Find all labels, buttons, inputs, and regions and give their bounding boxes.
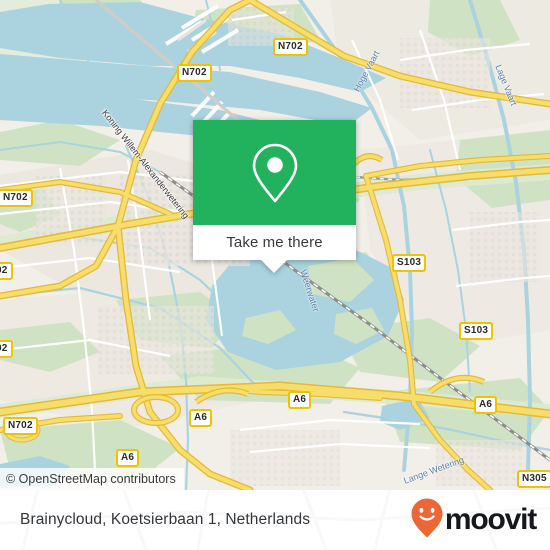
- road-shield: 02: [0, 262, 13, 280]
- road-shield: A6: [189, 409, 213, 427]
- popup-cta-area[interactable]: Take me there: [193, 225, 356, 260]
- moovit-wordmark: moovit: [444, 503, 537, 536]
- road-shield: N305: [517, 470, 550, 488]
- place-title: Brainycloud, Koetsierbaan 1, Netherlands: [20, 511, 311, 528]
- road-shield: A6: [474, 396, 498, 414]
- road-shield: A6: [116, 449, 140, 467]
- location-popup-card[interactable]: Take me there: [193, 120, 356, 273]
- road-shield: N702: [0, 189, 33, 207]
- road-shield: S103: [392, 254, 427, 272]
- moovit-brand[interactable]: moovit: [410, 497, 537, 544]
- popup-pointer-tail: [260, 259, 288, 273]
- road-shield: 02: [0, 340, 13, 358]
- road-shield: N702: [3, 417, 38, 435]
- map-attribution[interactable]: © OpenStreetMap contributors: [0, 468, 184, 490]
- moovit-location-card: N702 N702 N702 02 02 N702 A6 A6 A6 A6 S1…: [0, 0, 550, 550]
- road-shield: N702: [177, 64, 212, 82]
- road-shield: A6: [288, 391, 312, 409]
- attribution-text: © OpenStreetMap contributors: [6, 472, 176, 486]
- moovit-smiley-pin-icon: [410, 497, 444, 544]
- map-pin-icon: [250, 142, 300, 204]
- popup-pin-area: [193, 120, 356, 225]
- footer-bar: Brainycloud, Koetsierbaan 1, Netherlands…: [0, 490, 550, 550]
- road-shield: S103: [459, 322, 494, 340]
- road-shield: N702: [273, 38, 308, 56]
- take-me-there-button[interactable]: Take me there: [226, 234, 322, 251]
- map-canvas[interactable]: N702 N702 N702 02 02 N702 A6 A6 A6 A6 S1…: [0, 0, 550, 490]
